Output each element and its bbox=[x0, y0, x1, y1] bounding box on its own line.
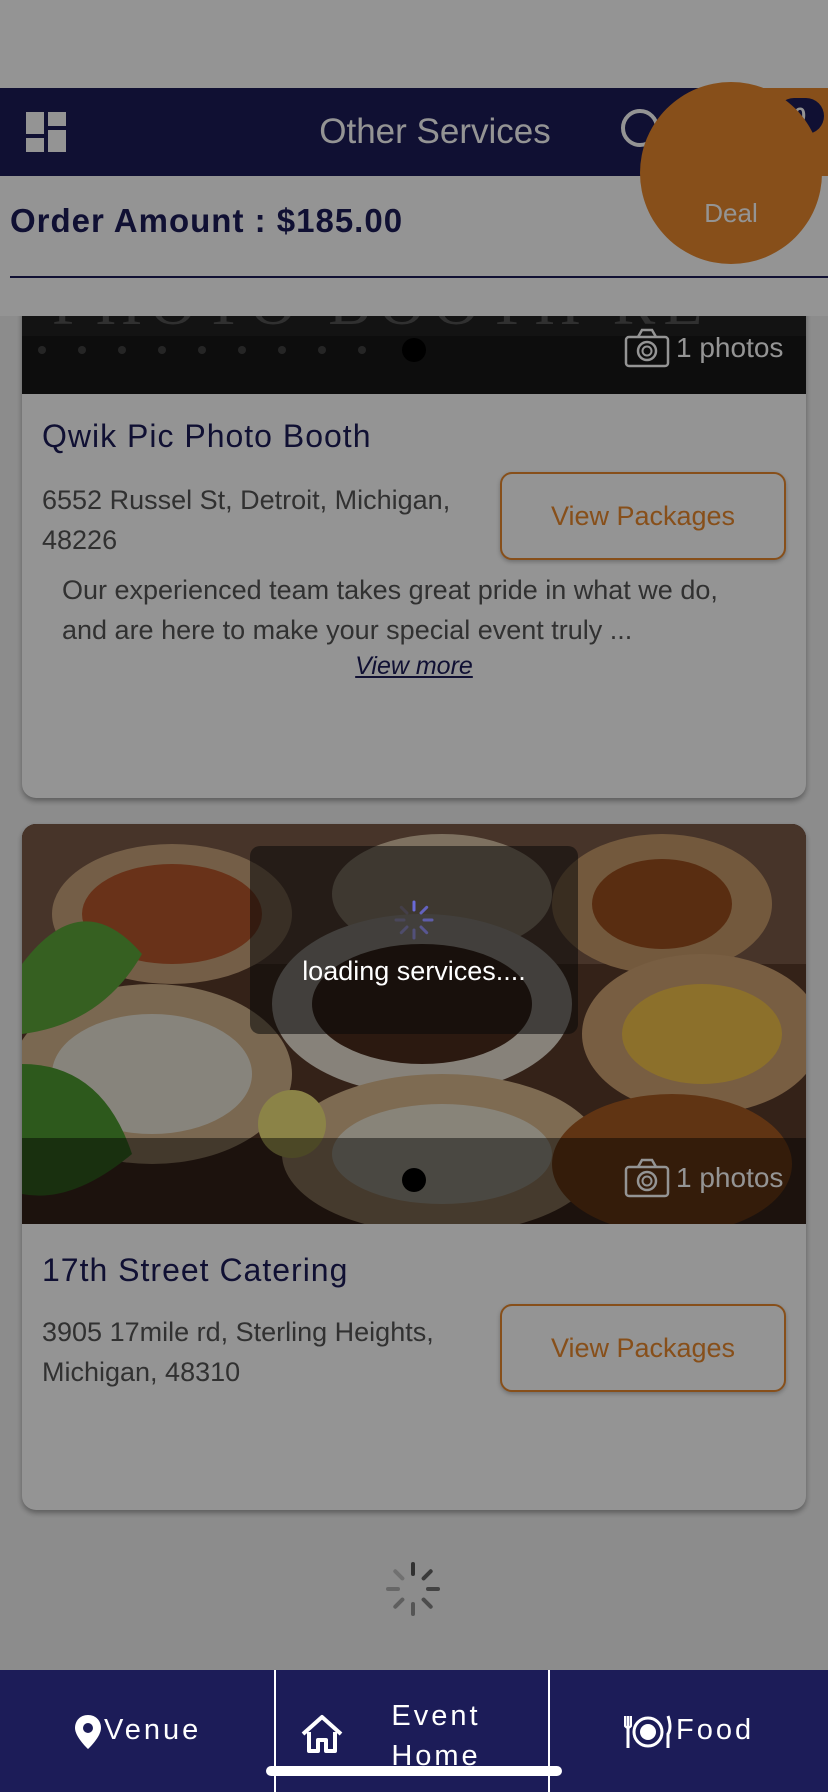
nav-venue[interactable]: Venue bbox=[0, 1670, 274, 1792]
location-pin-icon bbox=[75, 1715, 101, 1749]
nav-event-home-label[interactable]: Event Home bbox=[376, 1696, 496, 1776]
home-indicator[interactable] bbox=[266, 1766, 562, 1776]
loading-dialog: loading services.... bbox=[250, 846, 578, 1034]
nav-food[interactable]: Food bbox=[550, 1670, 828, 1792]
loading-text: loading services.... bbox=[302, 956, 526, 986]
loading-spinner-icon bbox=[394, 900, 434, 940]
nav-food-label[interactable]: Food bbox=[676, 1714, 754, 1747]
home-icon bbox=[301, 1715, 343, 1753]
plate-cutlery-icon bbox=[624, 1715, 672, 1748]
nav-venue-label[interactable]: Venue bbox=[104, 1714, 201, 1747]
